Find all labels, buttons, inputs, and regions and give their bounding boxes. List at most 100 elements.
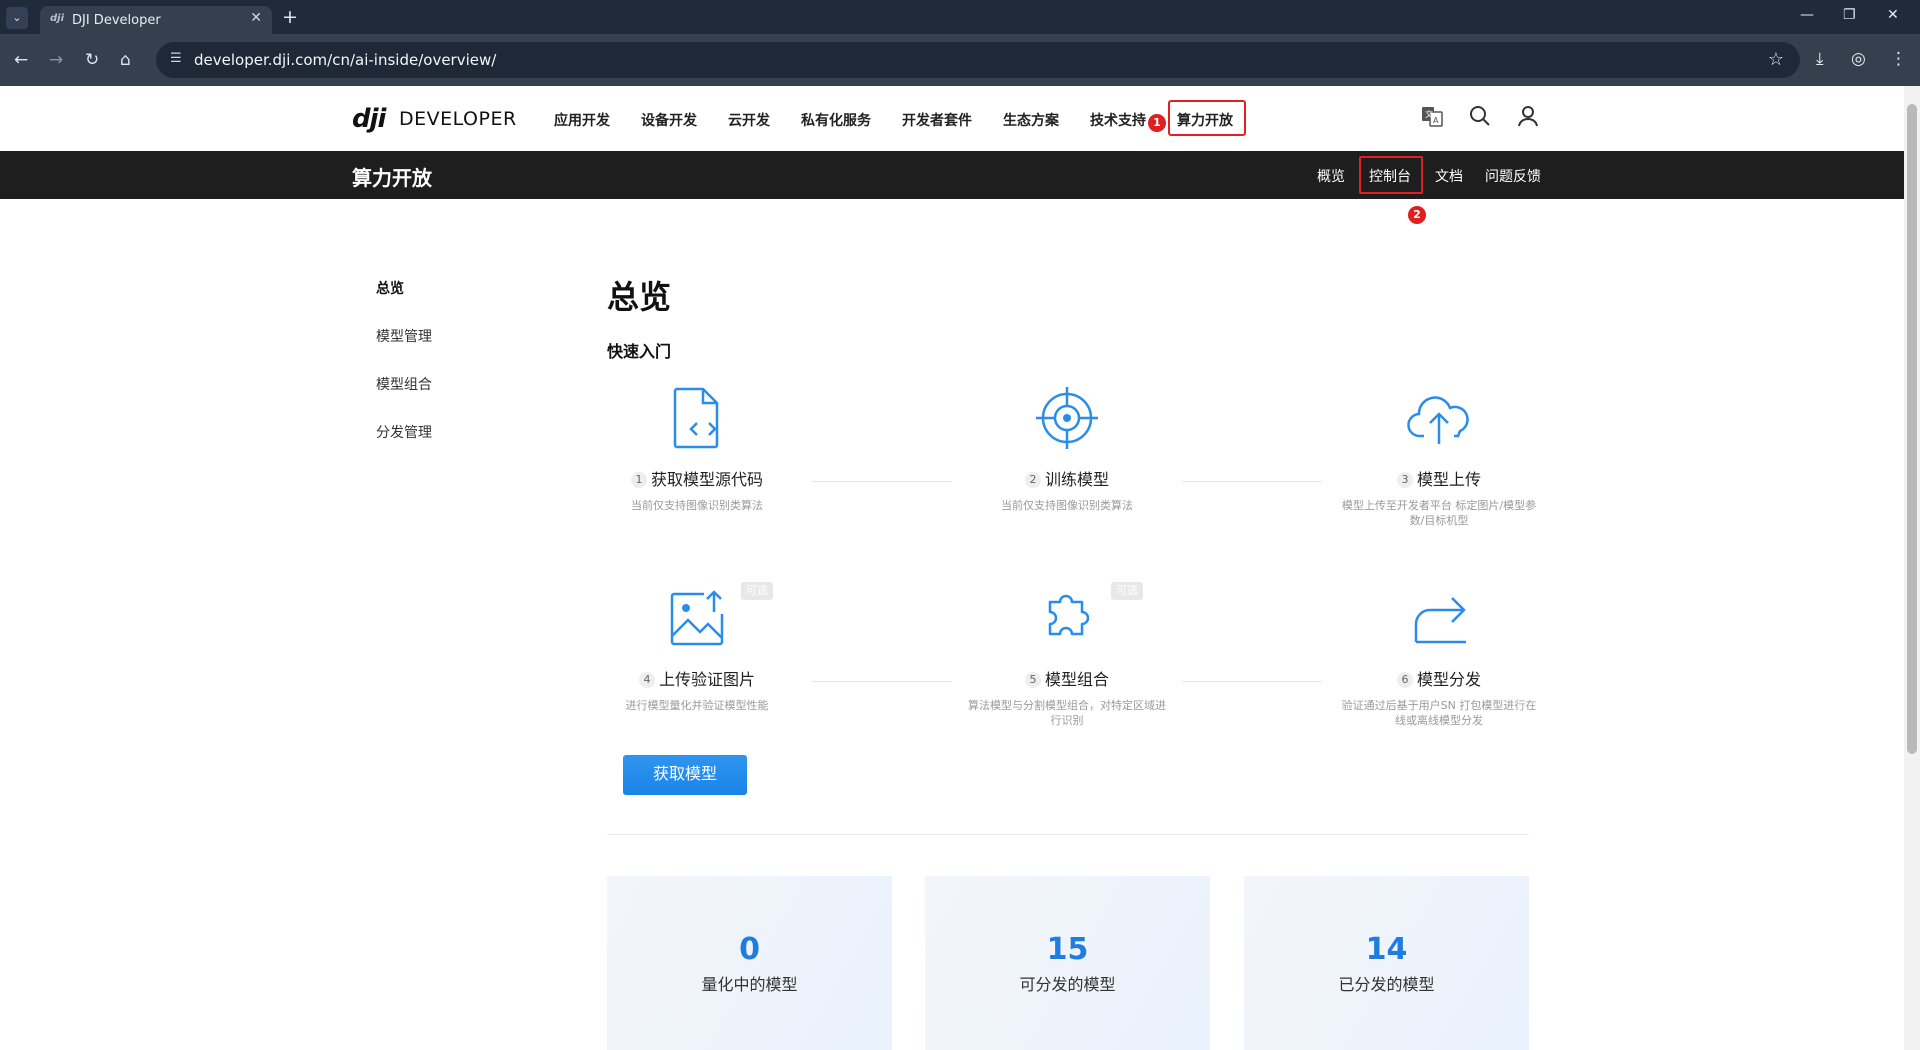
menu-icon[interactable]: ⋮ [1890, 49, 1907, 69]
subnav-feedback[interactable]: 问题反馈 [1485, 166, 1541, 186]
optional-badge: 可选 [1111, 582, 1143, 600]
step-number: 5 [1024, 672, 1041, 688]
cloud-upload-icon [1329, 382, 1549, 454]
console-highlight-box [1359, 156, 1423, 194]
step-description: 验证通过后基于用户SN 打包模型进行在线或离线模型分发 [1341, 699, 1537, 727]
step-description: 当前仅支持图像识别类算法 [1001, 499, 1133, 512]
profile-icon[interactable]: ◎ [1851, 49, 1866, 69]
subnav-overview[interactable]: 概览 [1317, 166, 1345, 186]
stat-value: 15 [1046, 932, 1089, 967]
nav-app-dev[interactable]: 应用开发 [554, 110, 610, 130]
step-number: 1 [630, 472, 647, 488]
step-description: 当前仅支持图像识别类算法 [631, 499, 763, 512]
minimize-icon[interactable]: — [1800, 7, 1814, 23]
svg-text:A: A [1433, 116, 1439, 125]
back-icon[interactable]: ← [14, 50, 28, 70]
nav-ecosystem[interactable]: 生态方案 [1003, 110, 1059, 130]
step-number: 2 [1024, 472, 1041, 488]
sidebar-item-model-combination[interactable]: 模型组合 [376, 374, 432, 394]
bookmark-star-icon[interactable]: ☆ [1768, 49, 1784, 70]
forward-icon[interactable]: → [49, 50, 63, 70]
url-text[interactable]: developer.dji.com/cn/ai-inside/overview/ [194, 51, 496, 69]
sidebar-item-distribution-management[interactable]: 分发管理 [376, 422, 432, 442]
developer-wordmark[interactable]: DEVELOPER [399, 108, 517, 130]
step-label: 模型分发 [1416, 670, 1481, 689]
sub-header: 算力开放 概览 控制台 文档 问题反馈 [0, 151, 1904, 199]
language-icon[interactable]: 文A [1420, 104, 1444, 134]
step-label: 上传验证图片 [658, 670, 755, 689]
nav-cloud-dev[interactable]: 云开发 [728, 110, 770, 130]
step-number: 6 [1396, 672, 1413, 688]
restore-icon[interactable]: ❐ [1843, 7, 1856, 23]
step-connector [1182, 481, 1322, 482]
home-icon[interactable]: ⌂ [120, 50, 131, 70]
step-number: 4 [638, 672, 655, 688]
svg-text:文: 文 [1425, 109, 1433, 119]
step-connector [812, 681, 952, 682]
page-title: 总览 [607, 278, 672, 316]
site-info-icon[interactable]: ☰ [170, 51, 182, 66]
step-number: 3 [1396, 472, 1413, 488]
scrollbar-thumb[interactable] [1907, 104, 1917, 754]
dji-favicon-icon: dji [50, 13, 65, 24]
quick-start-title: 快速入门 [607, 342, 672, 361]
search-icon[interactable] [1468, 104, 1492, 134]
get-model-button[interactable]: 获取模型 [623, 755, 747, 795]
sidebar-item-overview[interactable]: 总览 [376, 278, 404, 298]
address-bar[interactable]: ☰ developer.dji.com/cn/ai-inside/overvie… [156, 42, 1800, 78]
stat-card-distributable[interactable]: 15 可分发的模型 [925, 876, 1210, 1050]
stat-label: 可分发的模型 [1019, 975, 1116, 994]
tab-title: DJI Developer [72, 13, 161, 28]
step-label: 模型组合 [1044, 670, 1109, 689]
site-header: dji DEVELOPER 应用开发 设备开发 云开发 私有化服务 开发者套件 … [0, 86, 1904, 151]
nav-highlight-box [1168, 100, 1246, 136]
image-upload-icon: 可选 [587, 582, 807, 654]
section-brand-title[interactable]: 算力开放 [352, 162, 432, 191]
step-connector [1182, 681, 1322, 682]
subnav-docs[interactable]: 文档 [1435, 166, 1463, 186]
crosshair-target-icon [957, 382, 1177, 454]
step-get-source-code: 1 获取模型源代码 当前仅支持图像识别类算法 [587, 382, 807, 513]
step-description: 模型上传至开发者平台 标定图片/模型参数/目标机型 [1341, 499, 1537, 527]
browser-tab[interactable]: dji DJI Developer ✕ [40, 6, 272, 34]
optional-badge: 可选 [741, 582, 773, 600]
step-label: 获取模型源代码 [650, 470, 763, 489]
nav-private-service[interactable]: 私有化服务 [801, 110, 871, 130]
nav-tech-support[interactable]: 技术支持 [1090, 110, 1146, 130]
stat-card-distributed[interactable]: 14 已分发的模型 [1244, 876, 1529, 1050]
step-model-combination: 可选 5 模型组合 算法模型与分割模型组合，对特定区域进行识别 [957, 582, 1177, 728]
user-icon[interactable] [1516, 104, 1540, 134]
sidebar-item-model-management[interactable]: 模型管理 [376, 326, 432, 346]
step-model-distribution: 6 模型分发 验证通过后基于用户SN 打包模型进行在线或离线模型分发 [1329, 582, 1549, 728]
share-arrow-icon [1329, 582, 1549, 654]
stat-value: 0 [739, 932, 760, 967]
dji-logo[interactable]: dji [352, 104, 386, 134]
close-tab-icon[interactable]: ✕ [250, 10, 262, 26]
download-icon[interactable]: ⤓ [1816, 49, 1824, 69]
step-description: 算法模型与分割模型组合，对特定区域进行识别 [968, 699, 1166, 727]
tab-search-icon[interactable]: ⌄ [6, 7, 28, 29]
browser-toolbar: ← → ↻ ⌂ ☰ developer.dji.com/cn/ai-inside… [0, 34, 1920, 86]
browser-tabbar: ⌄ dji DJI Developer ✕ + — ❐ ✕ [0, 0, 1920, 34]
nav-dev-kit[interactable]: 开发者套件 [902, 110, 972, 130]
step-connector [812, 481, 952, 482]
code-file-icon [587, 382, 807, 454]
stat-label: 量化中的模型 [701, 975, 798, 994]
stat-value: 14 [1365, 932, 1408, 967]
nav-device-dev[interactable]: 设备开发 [641, 110, 697, 130]
stat-card-quantizing[interactable]: 0 量化中的模型 [607, 876, 892, 1050]
annotation-marker-2: 2 [1408, 206, 1426, 224]
stat-label: 已分发的模型 [1338, 975, 1435, 994]
reload-icon[interactable]: ↻ [85, 50, 99, 70]
puzzle-piece-icon: 可选 [957, 582, 1177, 654]
close-window-icon[interactable]: ✕ [1887, 7, 1899, 23]
new-tab-icon[interactable]: + [282, 6, 298, 28]
section-divider [607, 834, 1529, 835]
step-upload-model: 3 模型上传 模型上传至开发者平台 标定图片/模型参数/目标机型 [1329, 382, 1549, 528]
step-description: 进行模型量化并验证模型性能 [625, 699, 769, 712]
step-label: 训练模型 [1044, 470, 1109, 489]
step-upload-validation-images: 可选 4 上传验证图片 进行模型量化并验证模型性能 [587, 582, 807, 713]
annotation-marker-1: 1 [1148, 114, 1166, 132]
step-train-model: 2 训练模型 当前仅支持图像识别类算法 [957, 382, 1177, 513]
step-label: 模型上传 [1416, 470, 1481, 489]
